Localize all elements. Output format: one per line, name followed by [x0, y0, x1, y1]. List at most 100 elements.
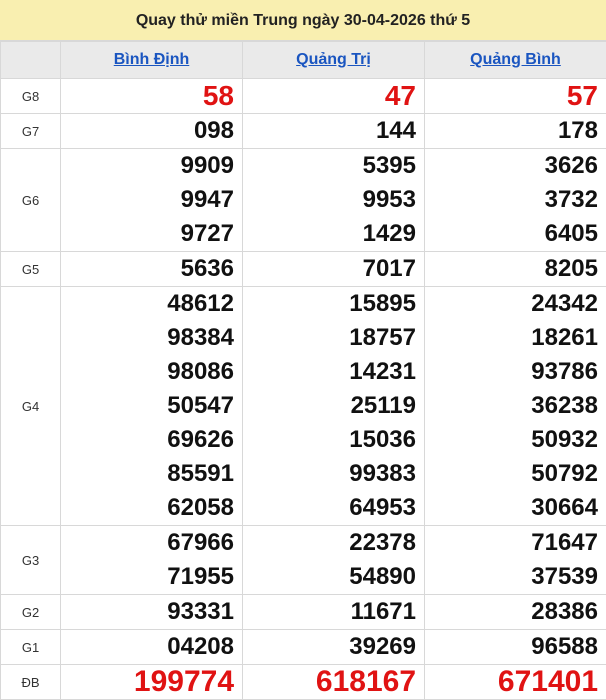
prize-number: 3732	[544, 186, 598, 213]
prize-number: 62058	[167, 494, 234, 521]
prize-number: 11671	[350, 598, 416, 625]
prize-number: 04208	[167, 633, 234, 660]
prize-cell: 199774	[60, 664, 243, 700]
prize-cell: 58	[60, 78, 243, 114]
prize-number: 5636	[180, 255, 234, 282]
prize-number: 24342	[531, 290, 598, 317]
prize-cell: 93331	[60, 594, 243, 630]
prize-label: G1	[0, 629, 61, 665]
prize-cell: 15895 18757 14231 25119 15036 99383 64953	[242, 286, 425, 526]
prize-row-g5: G5 5636 7017 8205	[0, 251, 606, 287]
prize-label: G6	[0, 148, 61, 252]
prize-cell: 22378 54890	[242, 525, 425, 595]
prize-cell: 57	[424, 78, 606, 114]
prize-row-g7: G7 098 144 178	[0, 113, 606, 149]
prize-number: 57	[566, 80, 598, 111]
prize-cell: 9909 9947 9727	[60, 148, 243, 252]
prize-cell: 144	[242, 113, 425, 149]
prize-number: 28386	[531, 598, 598, 625]
prize-number: 098	[193, 117, 234, 144]
prize-number: 14231	[349, 358, 416, 385]
prize-cell: 96588	[424, 629, 606, 665]
prize-number: 93786	[531, 358, 598, 385]
prize-number: 39269	[349, 633, 416, 660]
province-link-quang-tri[interactable]: Quảng Trị	[296, 51, 371, 68]
prize-number: 36238	[531, 392, 598, 419]
prize-number: 54890	[349, 563, 416, 590]
prize-number: 71647	[531, 529, 598, 556]
prize-row-db: ĐB 199774 618167 671401	[0, 664, 606, 700]
prize-cell: 5395 9953 1429	[242, 148, 425, 252]
prize-number: 99383	[349, 460, 416, 487]
prize-number: 48612	[167, 290, 234, 317]
prize-label: G2	[0, 594, 61, 630]
prize-number: 96588	[531, 633, 598, 660]
prize-number: 50792	[531, 460, 598, 487]
lottery-results: Quay thử miền Trung ngày 30-04-2026 thứ …	[0, 0, 606, 700]
province-header-binh-dinh: Bình Định	[60, 41, 243, 79]
prize-number: 22378	[349, 529, 416, 556]
prize-number: 618167	[315, 665, 416, 698]
prize-row-g8: G8 58 47 57	[0, 78, 606, 114]
prize-cell: 47	[242, 78, 425, 114]
prize-number: 30664	[531, 494, 598, 521]
prize-cell: 098	[60, 113, 243, 149]
prize-label: G7	[0, 113, 61, 149]
prize-row-g2: G2 93331 11671 28386	[0, 594, 606, 630]
prize-row-g1: G1 04208 39269 96588	[0, 629, 606, 665]
prize-cell: 178	[424, 113, 606, 149]
province-header-quang-binh: Quảng Bình	[424, 41, 606, 79]
prize-number: 85591	[167, 460, 234, 487]
prize-number: 98086	[167, 358, 234, 385]
prize-cell: 8205	[424, 251, 606, 287]
prize-number: 5395	[362, 152, 416, 179]
results-table: Bình Định Quảng Trị Quảng Bình G8 58 47 57 G…	[0, 41, 606, 700]
prize-cell: 39269	[242, 629, 425, 665]
prize-number: 25119	[350, 392, 416, 419]
prize-label: G8	[0, 78, 61, 114]
prize-number: 178	[557, 117, 598, 144]
prize-number: 199774	[133, 665, 234, 698]
prize-number: 64953	[349, 494, 416, 521]
prize-cell: 67966 71955	[60, 525, 243, 595]
prize-cell: 671401	[424, 664, 606, 700]
prize-label: G4	[0, 286, 61, 526]
prize-cell: 24342 18261 93786 36238 50932 50792 30664	[424, 286, 606, 526]
prize-number: 6405	[544, 220, 598, 247]
prize-number: 58	[202, 80, 234, 111]
province-link-quang-binh[interactable]: Quảng Bình	[470, 51, 561, 68]
prize-label: G5	[0, 251, 61, 287]
prize-number: 50547	[167, 392, 234, 419]
prize-number: 671401	[497, 665, 598, 698]
prize-number: 50932	[531, 426, 598, 453]
prize-number: 9727	[180, 220, 234, 247]
prize-cell: 5636	[60, 251, 243, 287]
prize-number: 7017	[362, 255, 416, 282]
prize-cell: 71647 37539	[424, 525, 606, 595]
prize-number: 9909	[180, 152, 234, 179]
province-header-quang-tri: Quảng Trị	[242, 41, 425, 79]
prize-number: 3626	[544, 152, 598, 179]
prize-row-g6: G6 9909 9947 9727 5395 9953 1429 3626 3732 6405	[0, 148, 606, 252]
prize-cell: 28386	[424, 594, 606, 630]
prize-number: 8205	[544, 255, 598, 282]
prize-cell: 3626 3732 6405	[424, 148, 606, 252]
prize-number: 18757	[349, 324, 416, 351]
prize-row-g3: G3 67966 71955 22378 54890 71647 37539	[0, 525, 606, 595]
prize-row-g4: G4 48612 98384 98086 50547 69626 85591 62058 158…	[0, 286, 606, 526]
prize-number: 93331	[167, 598, 234, 625]
prize-number: 98384	[167, 324, 234, 351]
prize-cell: 7017	[242, 251, 425, 287]
province-link-binh-dinh[interactable]: Bình Định	[114, 51, 190, 68]
prize-number: 1429	[362, 220, 416, 247]
prize-number: 69626	[167, 426, 234, 453]
prize-label: G3	[0, 525, 61, 595]
prize-label: ĐB	[0, 664, 61, 700]
prize-number: 18261	[531, 324, 598, 351]
prize-number: 67966	[167, 529, 234, 556]
prize-number: 47	[384, 80, 416, 111]
prize-column-header	[0, 41, 61, 79]
prize-number: 37539	[531, 563, 598, 590]
prize-cell: 04208	[60, 629, 243, 665]
prize-number: 9947	[180, 186, 234, 213]
